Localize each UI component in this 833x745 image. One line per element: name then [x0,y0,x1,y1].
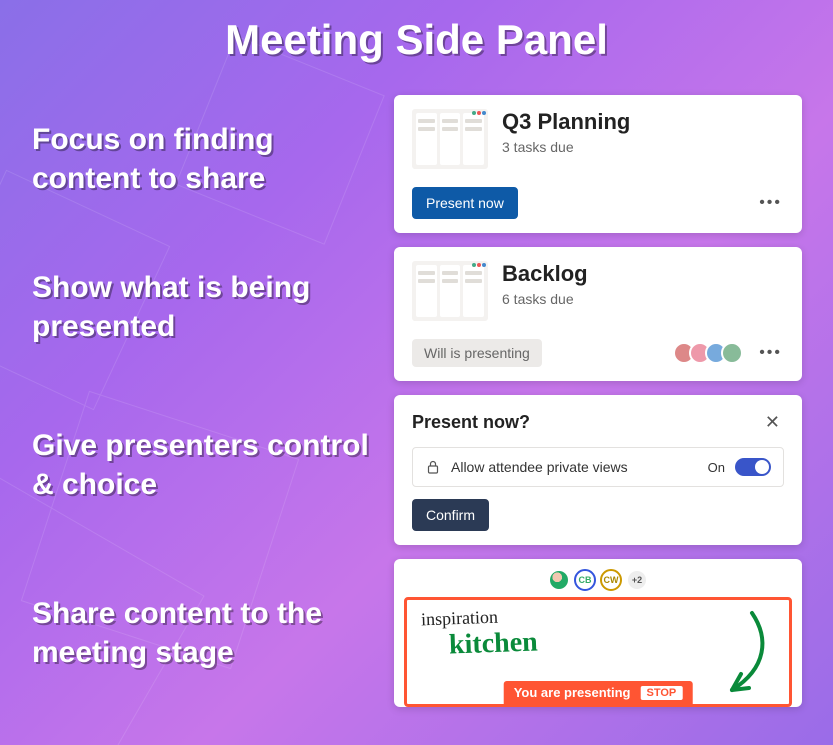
stop-presenting-button[interactable]: STOP [641,686,683,700]
avatar [548,569,570,591]
board-thumbnail [412,109,488,169]
handwriting-text: kitchen [448,626,538,661]
board-thumbnail [412,261,488,321]
shared-content-surface[interactable]: inspiration kitchen You are presenting S… [404,597,792,707]
presenting-banner: You are presenting STOP [504,681,693,704]
private-views-toggle[interactable] [735,458,771,476]
arrow-icon [697,608,777,703]
card-title: Backlog [502,261,784,287]
feature-item: Give presenters control & choice [32,426,372,504]
banner-text: You are presenting [514,685,631,700]
lock-icon [425,459,441,475]
content-card-q3: Q3 Planning 3 tasks due Present now ••• [394,95,802,233]
card-subtitle: 6 tasks due [502,291,784,307]
option-label: Allow attendee private views [451,459,698,475]
avatar: CW [600,569,622,591]
avatar: CB [574,569,596,591]
content-card-backlog: Backlog 6 tasks due Will is presenting •… [394,247,802,381]
avatar-overflow-count: +2 [626,569,648,591]
features-list: Focus on finding content to share Show w… [32,120,372,672]
more-options-icon[interactable]: ••• [757,191,784,215]
sharing-card: CB CW +2 inspiration kitchen You are pre… [394,559,802,707]
sharing-participants: CB CW +2 [404,569,792,591]
avatar [721,342,743,364]
close-icon[interactable]: ✕ [761,409,784,435]
participants-avatars [673,342,743,364]
present-now-prompt: Present now? ✕ Allow attendee private vi… [394,395,802,545]
more-options-icon[interactable]: ••• [757,341,784,365]
card-subtitle: 3 tasks due [502,139,784,155]
feature-item: Show what is being presented [32,268,372,346]
prompt-title: Present now? [412,412,530,433]
confirm-button[interactable]: Confirm [412,499,489,531]
feature-item: Focus on finding content to share [32,120,372,198]
side-panel-cards: Q3 Planning 3 tasks due Present now ••• … [394,95,802,707]
presenting-status-pill: Will is presenting [412,339,542,367]
present-now-button[interactable]: Present now [412,187,518,219]
handwriting-text: inspiration [421,607,499,631]
feature-item: Share content to the meeting stage [32,594,372,672]
page-title: Meeting Side Panel [0,16,833,64]
option-state: On [708,460,725,475]
card-title: Q3 Planning [502,109,784,135]
